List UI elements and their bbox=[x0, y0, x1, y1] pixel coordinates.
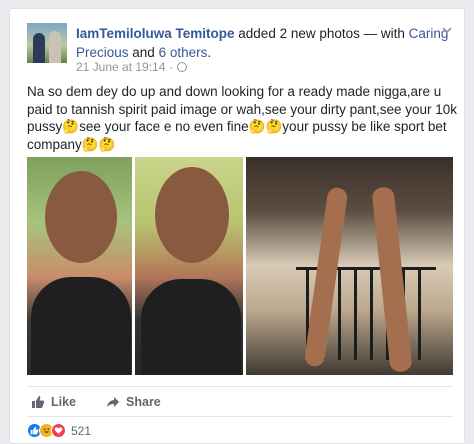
like-label: Like bbox=[51, 394, 77, 409]
author-name-link[interactable]: IamTemiloluwa Temitope bbox=[76, 26, 235, 41]
and-text: and bbox=[128, 45, 159, 60]
photo-1[interactable] bbox=[27, 157, 132, 375]
author-avatar[interactable] bbox=[27, 23, 67, 63]
chevron-down-icon[interactable] bbox=[442, 25, 452, 35]
avatar-figure bbox=[33, 33, 45, 63]
action-bar: Like Share bbox=[27, 386, 453, 416]
post-header: IamTemiloluwa Temitope added 2 new photo… bbox=[76, 24, 456, 62]
others-link[interactable]: 6 others bbox=[159, 45, 208, 60]
thumbs-up-icon bbox=[32, 395, 45, 408]
like-button[interactable]: Like bbox=[31, 395, 76, 409]
photo-2[interactable] bbox=[135, 157, 243, 375]
post-meta: 21 June at 19:14 · bbox=[76, 60, 188, 74]
reaction-count: 521 bbox=[71, 423, 92, 438]
end-punct: . bbox=[207, 45, 212, 60]
reactions-summary[interactable]: 521 bbox=[27, 416, 453, 444]
meta-separator: · bbox=[169, 60, 174, 74]
avatar-figure bbox=[49, 31, 61, 63]
share-button[interactable]: Share bbox=[106, 395, 161, 409]
share-arrow-icon bbox=[107, 396, 120, 407]
action-text: added 2 new photos — with bbox=[234, 26, 409, 41]
photo-shape bbox=[141, 279, 241, 375]
photo-shape bbox=[155, 167, 229, 263]
post-body-text: Na so dem dey do up and down looking for… bbox=[27, 84, 457, 152]
photo-3[interactable] bbox=[246, 157, 453, 375]
love-reaction-icon bbox=[51, 423, 66, 438]
photo-grid bbox=[27, 157, 453, 375]
post-timestamp[interactable]: 21 June at 19:14 bbox=[76, 60, 165, 74]
photo-shape bbox=[45, 171, 117, 263]
globe-icon bbox=[177, 62, 188, 72]
post-card: IamTemiloluwa Temitope added 2 new photo… bbox=[9, 8, 465, 444]
photo-shape bbox=[31, 277, 131, 375]
share-label: Share bbox=[126, 394, 161, 409]
